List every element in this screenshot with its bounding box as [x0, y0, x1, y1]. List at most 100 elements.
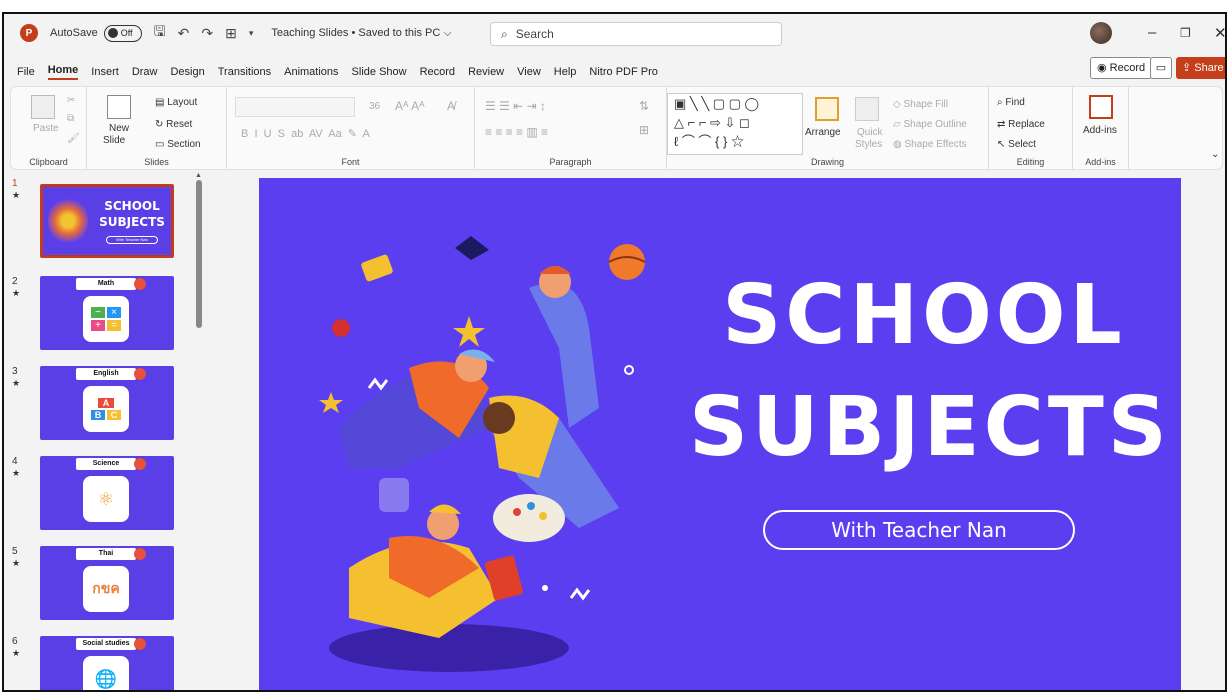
- menu-help[interactable]: Help: [554, 66, 577, 78]
- addins-icon[interactable]: [1089, 95, 1113, 119]
- quick-styles-icon[interactable]: [855, 97, 879, 121]
- comments-button[interactable]: ▭: [1150, 57, 1172, 79]
- new-slide-label[interactable]: New: [109, 123, 129, 134]
- shape-effects-button[interactable]: ◍ Shape Effects: [893, 139, 967, 150]
- select-button[interactable]: ↖ Select: [997, 139, 1036, 150]
- arrange-label[interactable]: Arrange: [805, 127, 841, 138]
- students-illustration: [319, 236, 646, 672]
- menu-record[interactable]: Record: [420, 66, 455, 78]
- shape-fill-button[interactable]: ◇ Shape Fill: [893, 99, 948, 110]
- thumb-number: 6: [12, 636, 18, 647]
- replace-button[interactable]: ⇄ Replace: [997, 119, 1045, 130]
- menu-transitions[interactable]: Transitions: [218, 66, 271, 78]
- slide-thumbnail-pane: 1 ★ SCHOOL SUBJECTS With Teacher Nan 2 ★…: [4, 172, 204, 690]
- arrange-icon[interactable]: [815, 97, 839, 121]
- editing-label: Editing: [1016, 157, 1045, 167]
- animation-star-icon: ★: [12, 378, 21, 388]
- menu-review[interactable]: Review: [468, 66, 504, 78]
- record-icon: ◉: [1097, 62, 1107, 74]
- paste-icon[interactable]: [31, 95, 55, 119]
- slide-subtitle[interactable]: With Teacher Nan: [763, 510, 1075, 550]
- scroll-up-icon[interactable]: ▲: [195, 172, 202, 179]
- record-button[interactable]: ◉ Record: [1090, 57, 1153, 79]
- clipboard-label: Clipboard: [29, 157, 68, 167]
- menu-draw[interactable]: Draw: [132, 66, 158, 78]
- collapse-ribbon-icon[interactable]: ⌄: [1211, 149, 1219, 160]
- menu-animations[interactable]: Animations: [284, 66, 338, 78]
- powerpoint-logo-icon: P: [20, 24, 38, 42]
- menu-home[interactable]: Home: [47, 64, 79, 80]
- clear-format-icon[interactable]: A̸: [447, 99, 455, 113]
- menu-bar: File Home Insert Draw Design Transitions…: [4, 60, 1225, 84]
- font-size-field[interactable]: 36: [369, 101, 380, 112]
- text-direction-icon[interactable]: ⇅: [639, 99, 649, 113]
- book-icon: [361, 254, 393, 282]
- thai-letters-icon: กขค: [83, 566, 129, 612]
- quick-styles-label[interactable]: Quick: [857, 127, 883, 138]
- restore-icon[interactable]: ❐: [1180, 26, 1191, 40]
- thumb-title: Thai: [76, 548, 146, 560]
- minimize-icon[interactable]: –: [1148, 24, 1156, 41]
- thumb-number: 3: [12, 366, 18, 377]
- align-icon[interactable]: ≡ ≡ ≡ ≡ ▥ ≡: [485, 125, 548, 139]
- share-button[interactable]: ⇪ Share: [1176, 57, 1225, 79]
- quick-styles-label2[interactable]: Styles: [855, 139, 882, 150]
- thumbnail-scrollbar[interactable]: [196, 180, 202, 328]
- format-painter-icon[interactable]: 🖌: [67, 133, 80, 144]
- menu-view[interactable]: View: [517, 66, 541, 78]
- thumbnail-slide-4[interactable]: Science ⚛: [40, 456, 174, 530]
- cut-icon[interactable]: ✂: [67, 95, 75, 106]
- animation-star-icon: ★: [12, 190, 21, 200]
- font-style-buttons[interactable]: B I U S ab AV Aa ✎ A: [241, 127, 370, 140]
- search-box[interactable]: ⌕ Search: [490, 22, 782, 46]
- shapes-gallery[interactable]: ▣ ╲ ╲ ▢ ▢ ◯ △ ⌐ ⌐ ⇨ ⇩ ◻ ℓ ⌒ ⌒ { } ☆: [667, 93, 803, 155]
- slide-title-line2[interactable]: SUBJECTS: [689, 386, 1167, 470]
- menu-insert[interactable]: Insert: [91, 66, 119, 78]
- document-title[interactable]: Teaching Slides • Saved to this PC ⌵: [271, 27, 451, 40]
- share-icon: ⇪: [1182, 62, 1192, 74]
- globe-icon: 🌐: [83, 656, 129, 690]
- customize-qat-icon[interactable]: ▾: [249, 28, 254, 39]
- shape-outline-button[interactable]: ▱ Shape Outline: [893, 119, 967, 130]
- font-name-field[interactable]: [235, 97, 355, 117]
- reset-button[interactable]: ↻ Reset: [155, 119, 192, 130]
- font-label: Font: [341, 157, 360, 167]
- new-slide-label2[interactable]: Slide: [103, 135, 125, 146]
- star-icon: [453, 316, 485, 347]
- find-button[interactable]: ⌕ Find: [997, 97, 1025, 108]
- grow-font-icon[interactable]: Aᴬ Aᴬ: [395, 99, 425, 113]
- thumbnail-slide-6[interactable]: Social studies 🌐: [40, 636, 174, 690]
- avatar[interactable]: [1090, 22, 1112, 44]
- drawing-group: ▣ ╲ ╲ ▢ ▢ ◯ △ ⌐ ⌐ ⇨ ⇩ ◻ ℓ ⌒ ⌒ { } ☆ Arrang…: [667, 87, 989, 169]
- slide-title-line1[interactable]: SCHOOL: [689, 274, 1159, 358]
- new-slide-icon[interactable]: [107, 95, 131, 119]
- save-icon[interactable]: 🖫: [154, 21, 166, 45]
- slide-canvas[interactable]: SCHOOL SUBJECTS With Teacher Nan: [259, 178, 1181, 690]
- close-icon[interactable]: ✕: [1214, 24, 1225, 42]
- autosave-toggle[interactable]: Off: [103, 24, 142, 42]
- align-text-icon[interactable]: ⊞: [639, 123, 649, 137]
- math-icon: − × + =: [83, 296, 129, 342]
- paste-label: Paste: [33, 123, 59, 134]
- thumbnail-slide-2[interactable]: Math − × + =: [40, 276, 174, 350]
- thumbnail-slide-3[interactable]: English ABC: [40, 366, 174, 440]
- thumb-title: SCHOOL SUBJECTS: [99, 199, 165, 229]
- section-button[interactable]: ▭ Section: [155, 139, 201, 150]
- autosave-label: AutoSave: [50, 27, 98, 39]
- menu-file[interactable]: File: [17, 66, 35, 78]
- thumbnail-slide-5[interactable]: Thai กขค: [40, 546, 174, 620]
- menu-design[interactable]: Design: [170, 66, 204, 78]
- undo-icon[interactable]: ↶: [178, 25, 190, 42]
- present-icon[interactable]: ⊞: [225, 25, 237, 42]
- ribbon: Paste ✂ ⧉ 🖌 Clipboard New Slide ▤ Layout…: [10, 86, 1223, 170]
- copy-icon[interactable]: ⧉: [67, 113, 74, 124]
- bullets-icon[interactable]: ☰ ☰ ⇤ ⇥ ↕: [485, 99, 546, 113]
- addins-label: Add-ins: [1085, 157, 1116, 167]
- menu-slide-show[interactable]: Slide Show: [352, 66, 407, 78]
- redo-icon[interactable]: ↷: [201, 25, 213, 42]
- layout-button[interactable]: ▤ Layout: [155, 97, 197, 108]
- thumbnail-slide-1[interactable]: SCHOOL SUBJECTS With Teacher Nan: [40, 184, 174, 258]
- slides-label: Slides: [144, 157, 169, 167]
- menu-nitro[interactable]: Nitro PDF Pro: [589, 66, 657, 78]
- addins-button[interactable]: Add-ins: [1083, 125, 1117, 136]
